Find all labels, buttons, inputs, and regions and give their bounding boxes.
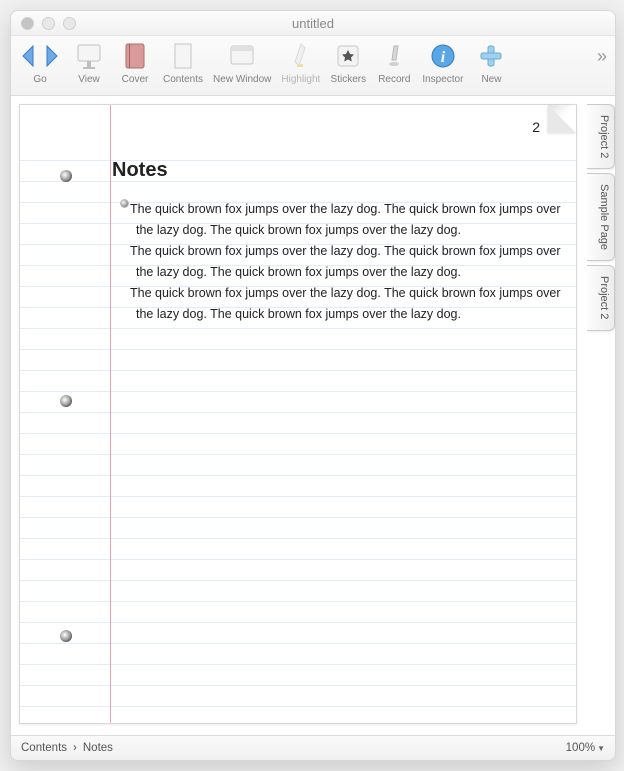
page-body[interactable]: The quick brown fox jumps over the lazy … (130, 199, 566, 325)
side-tab-project-2[interactable]: Project 2 (587, 104, 615, 169)
chevron-down-icon: ▼ (597, 744, 605, 753)
paragraph[interactable]: The quick brown fox jumps over the lazy … (130, 283, 566, 325)
arrow-left-icon (19, 40, 39, 72)
side-tabs: Project 2 Sample Page Project 2 (587, 96, 615, 735)
page-corner-fold[interactable] (548, 105, 576, 133)
toolbar-overflow-button[interactable]: » (597, 40, 607, 67)
binder-hole (60, 630, 72, 642)
breadcrumb[interactable]: Contents › Notes (21, 742, 113, 754)
view-button[interactable]: View (71, 40, 107, 85)
breadcrumb-separator: › (73, 742, 77, 754)
highlighter-icon (291, 42, 311, 70)
new-window-button[interactable]: New Window (213, 40, 271, 85)
traffic-lights (11, 17, 76, 30)
breadcrumb-root[interactable]: Contents (21, 742, 67, 754)
app-window: untitled Go View (10, 10, 616, 761)
status-bar: Contents › Notes 100% ▼ (11, 735, 615, 760)
page-icon (173, 42, 193, 70)
zoom-value: 100% (566, 742, 595, 754)
svg-text:i: i (441, 49, 446, 66)
paragraph[interactable]: The quick brown fox jumps over the lazy … (130, 199, 566, 241)
zoom-control[interactable]: 100% ▼ (566, 742, 605, 754)
side-tab-project-2b[interactable]: Project 2 (587, 265, 615, 330)
close-window-button[interactable] (21, 17, 34, 30)
view-icon (75, 42, 103, 70)
breadcrumb-current[interactable]: Notes (83, 742, 113, 754)
window-title: untitled (11, 16, 615, 31)
zoom-window-button[interactable] (63, 17, 76, 30)
contents-button[interactable]: Contents (163, 40, 203, 85)
notebook-page[interactable]: 2 Notes The quick brown fox jumps over t… (19, 104, 577, 724)
stickers-button[interactable]: Stickers (330, 40, 366, 85)
new-button[interactable]: New (473, 40, 509, 85)
toolbar: Go View Cover (11, 36, 615, 96)
titlebar: untitled (11, 11, 615, 36)
binder-hole (60, 170, 72, 182)
plus-icon (478, 43, 504, 69)
microphone-icon (384, 42, 404, 70)
info-icon: i (430, 43, 456, 69)
page-heading[interactable]: Notes (112, 159, 168, 182)
record-button[interactable]: Record (376, 40, 412, 85)
paragraph[interactable]: The quick brown fox jumps over the lazy … (130, 241, 566, 283)
highlight-button[interactable]: Highlight (281, 40, 320, 85)
book-cover-icon (123, 42, 147, 70)
go-button[interactable]: Go (19, 40, 61, 85)
minimize-window-button[interactable] (42, 17, 55, 30)
arrow-right-icon (41, 40, 61, 72)
margin-line (110, 105, 111, 723)
star-sticker-icon (335, 42, 361, 70)
cover-button[interactable]: Cover (117, 40, 153, 85)
bullet-icon (120, 199, 129, 208)
binder-hole (60, 395, 72, 407)
content-area: 2 Notes The quick brown fox jumps over t… (11, 96, 615, 735)
window-icon (228, 42, 256, 70)
page-number: 2 (532, 119, 540, 135)
side-tab-sample-page[interactable]: Sample Page (587, 173, 615, 261)
inspector-button[interactable]: i Inspector (422, 40, 463, 85)
